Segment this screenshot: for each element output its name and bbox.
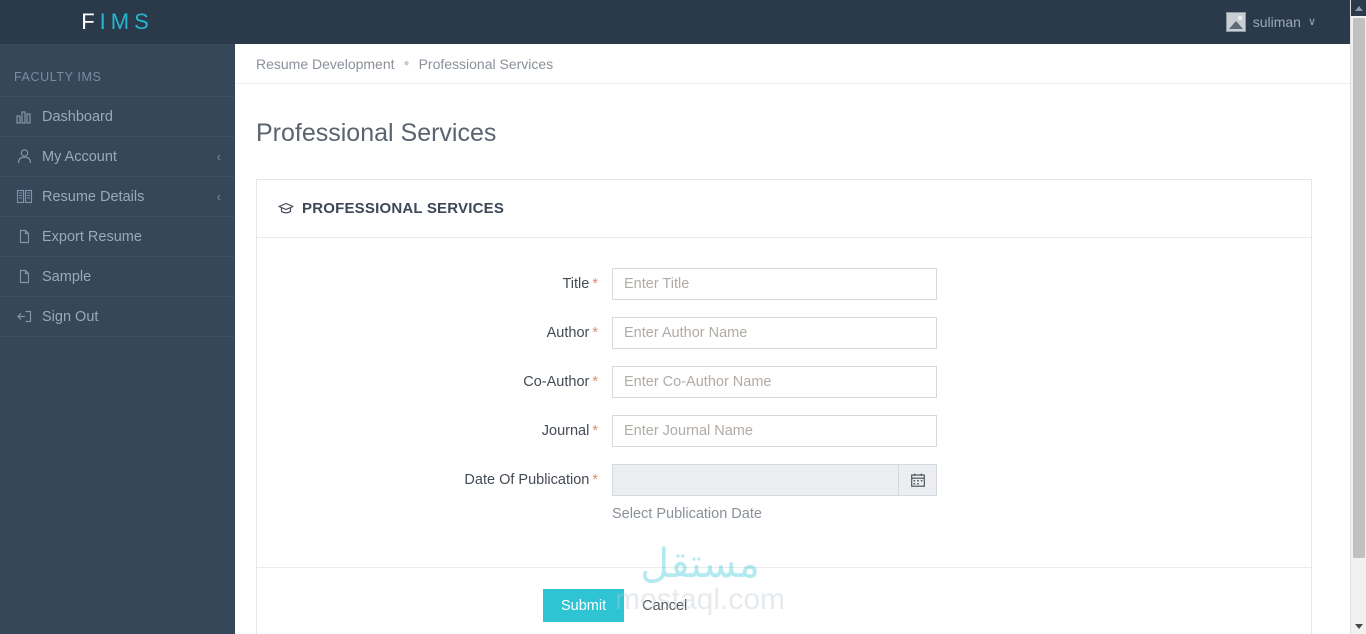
author-input-wrap <box>612 317 937 349</box>
page-scrollbar[interactable] <box>1350 0 1366 634</box>
field-label-text: Date Of Publication <box>464 472 590 488</box>
main-content: Resume Development ● Professional Servic… <box>235 44 1350 634</box>
form-row-author: Author * <box>257 317 1311 349</box>
field-label-text: Co-Author <box>523 374 590 390</box>
co-author-input-wrap <box>612 366 937 398</box>
cancel-button[interactable]: Cancel <box>632 589 697 622</box>
calendar-icon <box>910 473 925 487</box>
submit-button[interactable]: Submit <box>543 589 625 622</box>
brand-letters-ims: IMS <box>99 9 154 34</box>
sidebar-item-label: Sign Out <box>42 308 99 325</box>
professional-services-panel: PROFESSIONAL SERVICES Title* Author* <box>256 179 1312 634</box>
calendar-icon-button[interactable] <box>898 464 937 496</box>
publication-date-label: Date Of Publication * <box>257 464 612 488</box>
sidebar-divider <box>0 336 235 337</box>
journal-label: Journal * <box>257 415 612 439</box>
publication-date-wrap: Select Publication Date <box>612 464 937 522</box>
topbar: suliman ∨ <box>191 0 1366 44</box>
user-menu[interactable]: suliman ∨ <box>1225 12 1366 32</box>
brand-letter-f: F <box>81 9 100 34</box>
sidebar-item-label: Export Resume <box>42 228 142 245</box>
sidebar-item-label: My Account <box>42 148 117 165</box>
field-label-text: Author <box>546 325 590 341</box>
chevron-down-icon: ∨ <box>1307 15 1316 28</box>
sidebar-item-label: Sample <box>42 268 92 285</box>
date-input-group <box>612 464 937 496</box>
field-label-text: Journal <box>541 423 590 439</box>
panel-body: Title* Author* Co-Author* <box>257 238 1311 567</box>
file-icon <box>16 268 42 285</box>
sidebar-item-export-resume[interactable]: Export Resume <box>0 216 235 256</box>
chevron-left-icon: ‹ <box>216 149 221 164</box>
app-root: FIMS FACULTY IMS Dashboard My Account ‹ … <box>0 0 1366 634</box>
sidebar-item-my-account[interactable]: My Account ‹ <box>0 136 235 176</box>
publication-date-field[interactable] <box>612 464 898 496</box>
panel-footer: Submit Cancel <box>257 567 1311 634</box>
graduation-cap-icon <box>278 202 294 216</box>
form-row-co-author: Co-Author * <box>257 366 1311 398</box>
chevron-left-icon: ‹ <box>216 189 221 204</box>
panel-header: PROFESSIONAL SERVICES <box>257 180 1311 238</box>
form-row-journal: Journal * <box>257 415 1311 447</box>
brand-logo[interactable]: FIMS <box>0 0 235 44</box>
publication-date-hint: Select Publication Date <box>612 506 762 522</box>
sidebar-item-label: Dashboard <box>42 108 113 125</box>
breadcrumb-parent[interactable]: Resume Development <box>256 56 395 72</box>
required-marker: * <box>592 472 598 488</box>
triangle-up-icon <box>1354 5 1363 11</box>
sidebar-item-sign-out[interactable]: Sign Out <box>0 296 235 336</box>
field-label-text: Title <box>562 276 590 292</box>
book-icon <box>16 188 42 205</box>
author-field[interactable] <box>612 317 937 349</box>
triangle-down-icon <box>1354 623 1363 629</box>
file-icon <box>16 228 42 245</box>
required-marker: * <box>592 374 598 390</box>
sidebar: FIMS FACULTY IMS Dashboard My Account ‹ … <box>0 0 235 634</box>
avatar-broken-image-icon <box>1225 12 1246 32</box>
scrollbar-down-button[interactable] <box>1351 618 1366 634</box>
scrollbar-up-button[interactable] <box>1351 0 1366 16</box>
breadcrumb: Resume Development ● Professional Servic… <box>235 44 1350 84</box>
required-marker: * <box>592 325 598 341</box>
breadcrumb-separator-icon: ● <box>403 57 410 69</box>
co-author-field[interactable] <box>612 366 937 398</box>
co-author-label: Co-Author * <box>257 366 612 390</box>
brand-text: FIMS <box>81 9 154 35</box>
bar-chart-icon <box>16 108 42 125</box>
title-input-wrap <box>612 268 937 300</box>
journal-field[interactable] <box>612 415 937 447</box>
title-label: Title * <box>257 268 612 292</box>
required-marker: * <box>592 423 598 439</box>
breadcrumb-current: Professional Services <box>418 55 554 72</box>
page-title: Professional Services <box>256 119 497 147</box>
title-field[interactable] <box>612 268 937 300</box>
sidebar-section-label: FACULTY IMS <box>14 70 102 84</box>
sidebar-item-dashboard[interactable]: Dashboard <box>0 96 235 136</box>
author-label: Author * <box>257 317 612 341</box>
required-marker: * <box>592 276 598 292</box>
user-name: suliman <box>1252 14 1301 30</box>
form-row-publication-date: Date Of Publication * Select Publication … <box>257 464 1311 522</box>
sidebar-item-sample[interactable]: Sample <box>0 256 235 296</box>
form-row-title: Title * <box>257 268 1311 300</box>
sidebar-item-label: Resume Details <box>42 188 145 205</box>
sign-out-icon <box>16 308 42 325</box>
panel-title: PROFESSIONAL SERVICES <box>302 200 505 217</box>
sidebar-item-resume-details[interactable]: Resume Details ‹ <box>0 176 235 216</box>
scrollbar-thumb[interactable] <box>1353 18 1365 558</box>
user-icon <box>16 148 42 165</box>
journal-input-wrap <box>612 415 937 447</box>
